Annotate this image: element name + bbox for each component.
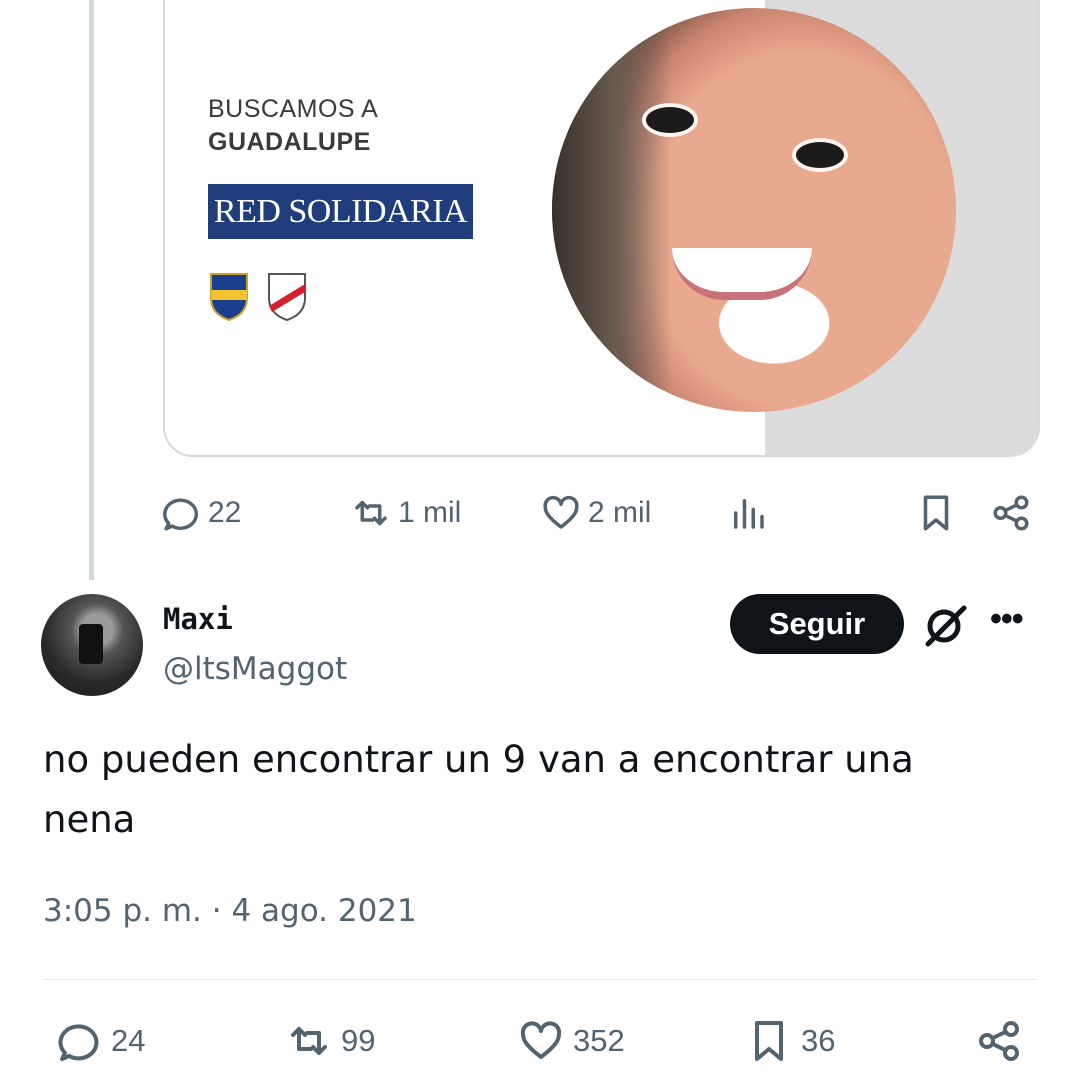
bookmark-count: 36: [801, 1023, 836, 1058]
card-heading-line1: BUSCAMOS A: [208, 95, 379, 123]
red-solidaria-logo: RED SOLIDARIA: [208, 184, 473, 239]
tweet-text: no pueden encontrar un 9 van a encontrar…: [43, 738, 914, 841]
quoted-share-button[interactable]: [990, 490, 1032, 536]
more-icon[interactable]: •••: [990, 600, 1024, 639]
quoted-views-button[interactable]: [727, 490, 769, 536]
reply-action-bar: 24 99 352 36: [0, 1014, 1080, 1068]
author-name[interactable]: Maxi: [163, 602, 233, 636]
quoted-reply-count: 22: [208, 496, 242, 529]
quoted-like-button[interactable]: 2 mil: [540, 490, 651, 536]
tweet-timestamp[interactable]: 3:05 p. m. · 4 ago. 2021: [43, 893, 417, 929]
divider: [43, 979, 1037, 980]
reply-icon: [58, 1024, 99, 1061]
missing-child-photo: [552, 8, 956, 412]
quoted-retweet-button[interactable]: 1 mil: [350, 490, 461, 536]
retweet-count: 99: [341, 1023, 376, 1058]
like-button[interactable]: 352: [517, 1014, 625, 1068]
quoted-media-card[interactable]: BUSCAMOS A GUADALUPE RED SOLIDARIA: [163, 0, 1040, 457]
share-icon: [979, 1021, 1019, 1061]
card-heading-line2: GUADALUPE: [208, 128, 371, 156]
views-icon: [734, 499, 764, 529]
like-icon: [520, 1021, 562, 1059]
share-button[interactable]: [975, 1014, 1023, 1068]
reply-icon: [163, 498, 199, 531]
share-icon: [993, 495, 1029, 531]
like-icon: [543, 495, 579, 529]
author-handle[interactable]: @ltsMaggot: [163, 651, 347, 687]
follow-button[interactable]: Seguir: [730, 594, 904, 654]
river-crest-icon: [268, 273, 306, 322]
like-count: 352: [573, 1023, 625, 1058]
grok-icon[interactable]: [920, 602, 970, 648]
bookmark-icon: [923, 495, 949, 531]
quoted-action-bar: 22 1 mil 2 mil: [0, 490, 1080, 536]
bookmark-icon: [755, 1021, 783, 1061]
retweet-button[interactable]: 99: [285, 1014, 375, 1068]
quoted-retweet-count: 1 mil: [398, 496, 462, 529]
quoted-bookmark-button[interactable]: [915, 490, 957, 536]
retweet-icon: [355, 500, 387, 526]
boca-crest-icon: [210, 273, 248, 322]
quoted-reply-button[interactable]: 22: [160, 490, 241, 536]
reply-button[interactable]: 24: [55, 1014, 145, 1068]
reply-count: 24: [111, 1023, 146, 1058]
quoted-like-count: 2 mil: [588, 496, 652, 529]
retweet-icon: [291, 1027, 327, 1055]
avatar[interactable]: [41, 594, 143, 696]
bookmark-button[interactable]: 36: [745, 1014, 835, 1068]
